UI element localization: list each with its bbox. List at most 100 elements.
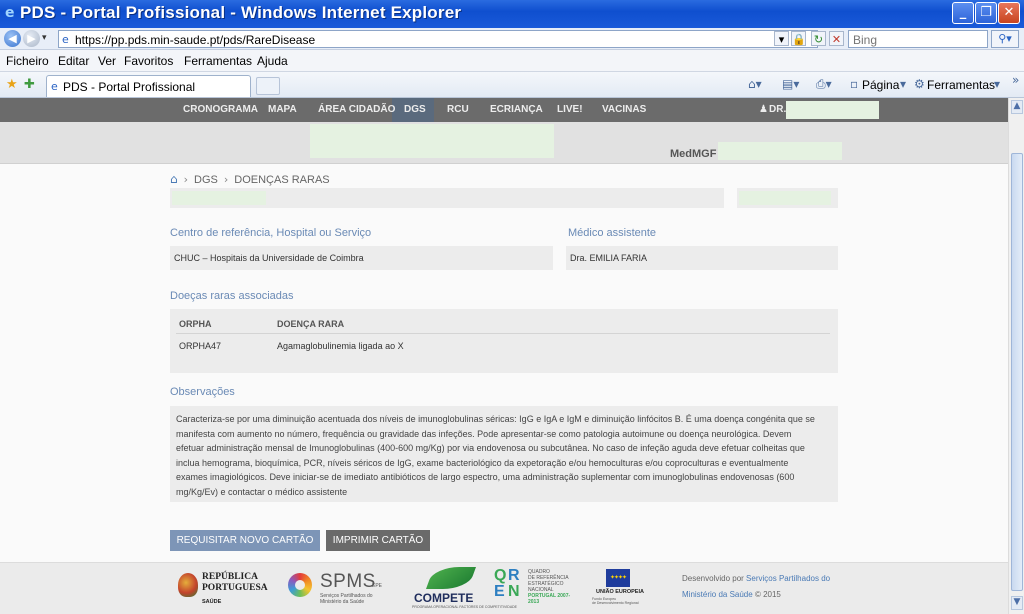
window-titlebar: e PDS - Portal Profissional - Windows In…	[0, 0, 1024, 28]
menu-ajuda[interactable]: Ajuda	[257, 54, 288, 68]
favorites-star-icon[interactable]: ★	[6, 77, 18, 92]
page-cmd-icon: ▫	[850, 77, 859, 91]
forward-button[interactable]: ▶	[23, 30, 40, 47]
history-dropdown-icon[interactable]: ▾	[42, 32, 47, 43]
patient-summary-bar	[170, 188, 724, 208]
credits-prefix: Desenvolvido por	[682, 574, 744, 583]
portal-top-nav: CRONOGRAMA MAPA ÁREA CIDADÃO DGS RCU ECR…	[0, 98, 1008, 122]
centro-field: CHUC – Hospitais da Universidade de Coim…	[170, 246, 553, 270]
url-dropdown-icon[interactable]: ▾	[774, 31, 789, 46]
window-title: PDS - Portal Profissional - Windows Inte…	[20, 3, 462, 22]
scroll-down-arrow-icon[interactable]: ▼	[1011, 596, 1023, 610]
search-box[interactable]	[848, 30, 988, 48]
imprimir-cartao-button[interactable]: IMPRIMIR CARTÃO	[326, 530, 430, 551]
vertical-scrollbar[interactable]: ▲ ▼	[1008, 98, 1024, 614]
tab-pds-portal[interactable]: e PDS - Portal Profissional	[46, 75, 251, 97]
page-viewport: CRONOGRAMA MAPA ÁREA CIDADÃO DGS RCU ECR…	[0, 98, 1008, 614]
refresh-icon[interactable]: ↻	[811, 31, 826, 46]
feeds-icon[interactable]: ▤▾	[782, 77, 799, 91]
menu-ver[interactable]: Ver	[98, 54, 116, 68]
centro-title: Centro de referência, Hospital ou Serviç…	[170, 227, 372, 239]
maximize-button[interactable]: ❐	[975, 2, 997, 24]
lock-icon[interactable]: 🔒	[791, 31, 806, 46]
republica-name: REPÚBLICA PORTUGUESA	[202, 572, 268, 594]
search-button[interactable]: ⚲▾	[991, 30, 1019, 48]
coat-of-arms-icon	[178, 573, 198, 597]
tab-page-icon: e	[51, 80, 58, 93]
observacoes-box: Caracteriza-se por uma diminuição acentu…	[170, 406, 838, 502]
requisitar-cartao-button[interactable]: REQUISITAR NOVO CARTÃO	[170, 530, 320, 551]
republica-portuguesa-logo: REPÚBLICA PORTUGUESA SAÚDE	[178, 571, 270, 607]
tools-gear-icon: ⚙	[914, 77, 925, 91]
page-icon: e	[62, 33, 69, 46]
compete-swoosh-icon	[425, 567, 477, 589]
address-bar: ◀ ▶ ▾ e https://pp.pds.min-saude.pt/pds/…	[0, 28, 1024, 50]
user-title[interactable]: DR.	[769, 104, 786, 115]
ue-fund-line2: de Desenvolvimento Regional	[592, 601, 639, 605]
observacoes-title: Observações	[170, 386, 235, 398]
breadcrumb-doencas-raras: DOENÇAS RARAS	[234, 174, 330, 186]
user-icon: ♟	[759, 104, 768, 115]
tools-menu-arrow-icon[interactable]: ▾	[994, 77, 1000, 91]
breadcrumb-dgs[interactable]: DGS	[194, 174, 218, 186]
qren-line5: PORTUGAL 2007-2013	[528, 593, 571, 605]
spms-wordmark: SPMS	[320, 571, 376, 592]
medico-title: Médico assistente	[568, 227, 657, 239]
doencas-title: Doeças raras associadas	[170, 290, 294, 302]
menu-favoritos[interactable]: Favoritos	[124, 54, 173, 68]
nav-mapa[interactable]: MAPA	[268, 104, 297, 115]
search-input[interactable]	[849, 32, 979, 48]
nav-ecrianca[interactable]: ECRIANÇA	[490, 104, 543, 115]
observacoes-text: Caracteriza-se por uma diminuição acentu…	[176, 414, 815, 497]
stop-icon[interactable]: ✕	[829, 31, 844, 46]
patient-id-redacted	[172, 191, 266, 205]
back-button[interactable]: ◀	[4, 30, 21, 47]
nav-cronograma[interactable]: CRONOGRAMA	[183, 104, 258, 115]
nav-rcu[interactable]: RCU	[447, 104, 469, 115]
col-doenca-header: DOENÇA RARA	[277, 319, 345, 329]
minimize-button[interactable]: _	[952, 2, 974, 24]
patient-info-redacted	[310, 124, 554, 158]
menu-editar[interactable]: Editar	[58, 54, 89, 68]
footer: REPÚBLICA PORTUGUESA SAÚDE SPMS EPE Serv…	[0, 562, 1008, 614]
menu-ferramentas[interactable]: Ferramentas	[184, 54, 252, 68]
breadcrumb-chevron-icon: ›	[183, 173, 189, 186]
patient-date-redacted	[739, 191, 831, 205]
url-text: https://pp.pds.min-saude.pt/pds/RareDise…	[75, 33, 316, 47]
close-window-button[interactable]: ✕	[998, 2, 1020, 24]
med-name-redacted	[718, 142, 842, 160]
ue-fund: Fundo Europeu de Desenvolvimento Regiona…	[592, 597, 639, 605]
page-menu-arrow-icon[interactable]: ▾	[900, 77, 906, 91]
add-favorite-icon[interactable]: ✚	[24, 77, 35, 92]
scroll-thumb[interactable]	[1011, 153, 1023, 591]
home-cmd-icon[interactable]: ⌂▾	[748, 77, 762, 91]
chevron-more-icon[interactable]: »	[1012, 73, 1019, 87]
spms-epe: EPE	[372, 583, 383, 589]
menu-bar: Ficheiro Editar Ver Favoritos Ferramenta…	[0, 50, 1024, 72]
footer-credits: Desenvolvido por Serviços Partilhados do…	[682, 571, 842, 603]
nav-vacinas[interactable]: VACINAS	[602, 104, 646, 115]
print-icon[interactable]: ⎙▾	[816, 77, 832, 92]
tab-label: PDS - Portal Profissional	[63, 80, 196, 94]
ie-logo-icon: e	[5, 5, 15, 21]
main-content: ⌂ › DGS › DOENÇAS RARAS Centro de referência…	[0, 164, 1008, 562]
new-tab-button[interactable]	[256, 77, 280, 95]
menu-ficheiro[interactable]: Ficheiro	[6, 54, 49, 68]
eu-flag-icon: ✦✦✦✦	[606, 569, 630, 587]
qren-text: QUADRO DE REFERÊNCIA ESTRATÉGICO NACIONA…	[528, 569, 574, 605]
nav-dgs[interactable]: DGS	[404, 104, 426, 115]
user-name-redacted	[786, 101, 879, 119]
tools-menu[interactable]: Ferramentas	[927, 78, 995, 92]
home-icon[interactable]: ⌂	[170, 172, 178, 186]
compete-wordmark: COMPETE	[414, 591, 474, 605]
url-field[interactable]: e https://pp.pds.min-saude.pt/pds/RareDi…	[58, 30, 818, 48]
nav-area-cidadao[interactable]: ÁREA CIDADÃO	[318, 104, 395, 115]
row-orpha-code: ORPHA47	[179, 341, 222, 351]
spms-desc-line2: Ministério da Saúde	[320, 599, 365, 605]
medico-field: Dra. EMILIA FARIA	[566, 246, 838, 270]
scroll-up-arrow-icon[interactable]: ▲	[1011, 100, 1023, 114]
page-menu[interactable]: Página	[862, 78, 899, 92]
nav-live[interactable]: LIVE!	[557, 104, 583, 115]
row-doenca-name: Agamaglobulinemia ligada ao X	[277, 341, 404, 351]
republica-line1: REPÚBLICA	[202, 572, 258, 582]
